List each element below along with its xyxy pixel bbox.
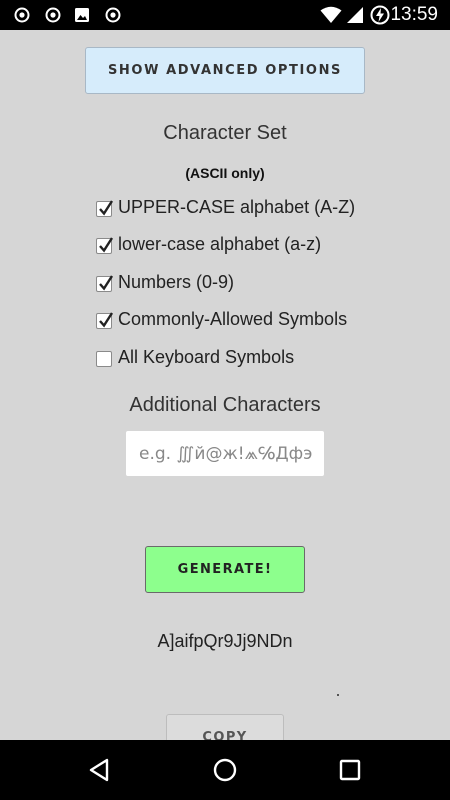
status-time: 13:59 [390, 4, 438, 25]
checkbox-numbers-label: Numbers (0-9) [118, 272, 235, 292]
target-icon [45, 7, 61, 23]
target-icon [14, 7, 30, 23]
back-icon[interactable] [85, 755, 115, 785]
checkbox-common-symbols-label: Commonly-Allowed Symbols [118, 309, 348, 329]
checkbox-all-symbols-label: All Keyboard Symbols [118, 347, 295, 367]
checkbox-uppercase-box[interactable] [96, 200, 114, 217]
navigation-bar [0, 740, 450, 800]
battery-charging-icon [370, 5, 390, 25]
ascii-only-note: (ASCII only) [185, 165, 265, 181]
additional-characters-input[interactable] [126, 431, 324, 476]
signal-icon [347, 7, 363, 23]
status-bar: 13:59 [0, 0, 450, 30]
checkbox-lowercase-box[interactable] [96, 237, 114, 254]
checkbox-numbers-box[interactable] [96, 275, 114, 292]
generated-password: A]aifpQr9Jj9NDn [157, 631, 293, 651]
checkmark-icon [99, 312, 114, 328]
copy-button[interactable]: COPY [166, 714, 284, 740]
generate-button[interactable]: GENERATE! [145, 546, 305, 593]
checkbox-lowercase-label: lower-case alphabet (a-z) [118, 234, 322, 254]
target-icon [105, 7, 121, 23]
recents-icon[interactable] [335, 755, 365, 785]
checkbox-common-symbols-box[interactable] [96, 312, 114, 329]
wifi-icon [320, 6, 342, 23]
checkbox-uppercase-label: UPPER-CASE alphabet (A-Z) [118, 197, 356, 217]
image-icon [75, 8, 89, 22]
checkmark-icon [99, 237, 114, 253]
show-advanced-options-button[interactable]: SHOW ADVANCED OPTIONS [85, 47, 365, 94]
checkbox-all-symbols-box[interactable] [96, 351, 112, 367]
app-content: SHOW ADVANCED OPTIONS Character Set (ASC… [0, 30, 450, 740]
character-set-title: Character Set [163, 122, 287, 144]
additional-characters-title: Additional Characters [129, 394, 321, 416]
home-icon[interactable] [210, 755, 240, 785]
checkmark-icon [99, 275, 114, 291]
checkmark-icon [99, 200, 114, 216]
divider-speck [337, 694, 339, 696]
